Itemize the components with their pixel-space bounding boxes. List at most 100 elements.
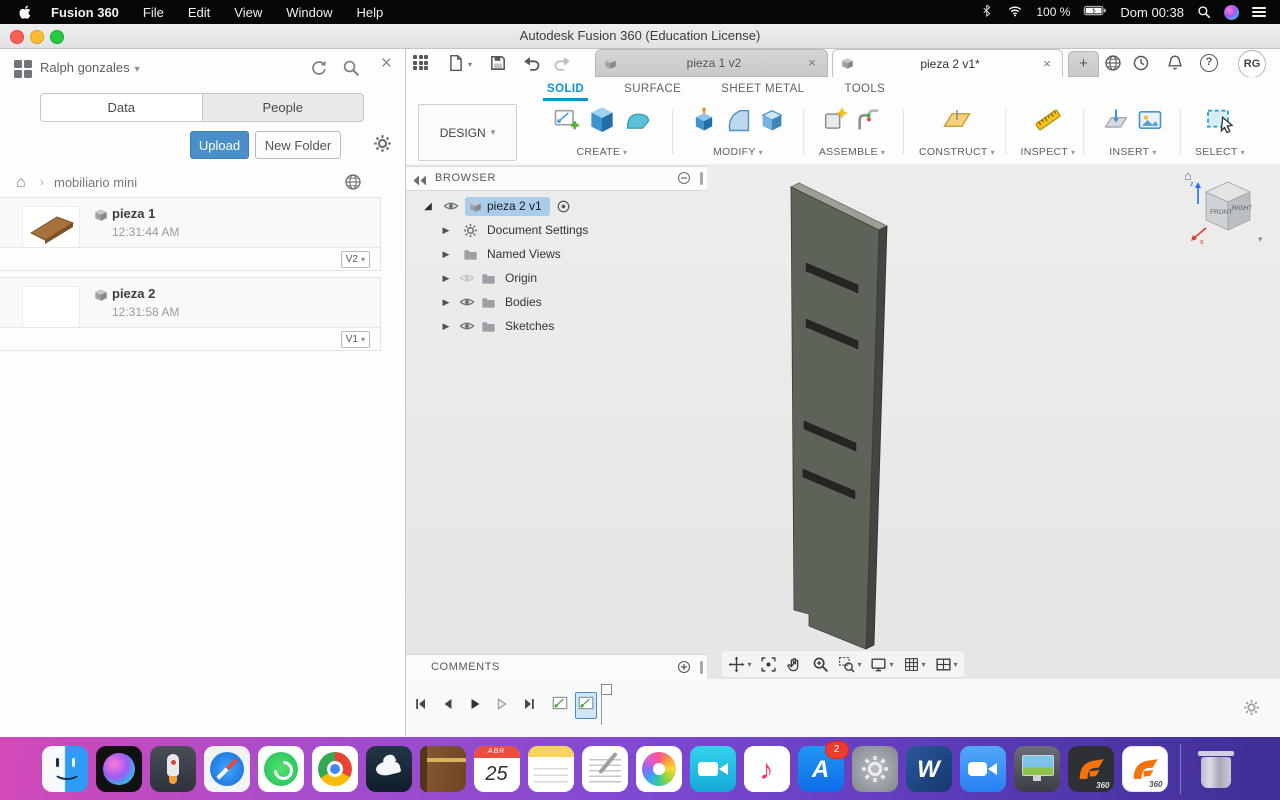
web-link-icon[interactable]	[344, 173, 362, 191]
menubar-app-name[interactable]: Fusion 360	[51, 5, 119, 20]
new-component-icon[interactable]	[821, 106, 849, 139]
panel-grip[interactable]	[700, 661, 703, 674]
menu-help[interactable]: Help	[356, 5, 383, 20]
dock-app-store-icon[interactable]: A2	[797, 740, 849, 792]
shell-icon[interactable]	[758, 106, 786, 139]
spotlight-search-icon[interactable]	[1197, 5, 1211, 19]
press-pull-icon[interactable]	[690, 106, 718, 139]
viewport-3d[interactable]: ⌂ z FRONT RIGHT x ▾ BROWSER ◢ pieza 2 v1…	[405, 164, 1280, 679]
visibility-eye-icon[interactable]	[459, 318, 475, 334]
siri-icon[interactable]	[1224, 4, 1239, 20]
team-switcher-icon[interactable]	[14, 60, 32, 78]
tab-sheet-metal[interactable]: SHEET METAL	[721, 77, 804, 101]
insert-mesh-icon[interactable]	[1102, 106, 1130, 139]
timeline-go-to-end-button[interactable]	[521, 696, 537, 717]
close-tab-icon[interactable]	[1040, 57, 1054, 71]
file-menu-icon[interactable]	[447, 54, 465, 72]
pan-hand-icon[interactable]	[786, 656, 803, 673]
dock-trash-icon[interactable]	[1193, 746, 1239, 792]
timeline-settings-gear-icon[interactable]	[1243, 699, 1260, 716]
dock-calendar-icon[interactable]: ABR 25	[473, 745, 520, 792]
create-sketch-icon[interactable]	[552, 106, 580, 139]
file-menu-caret[interactable]: ▾	[468, 60, 472, 69]
browser-node-document-settings[interactable]: ▶ Document Settings	[405, 218, 707, 242]
timeline-step-back-button[interactable]	[440, 696, 456, 717]
group-label-construct[interactable]: CONSTRUCT	[919, 146, 995, 158]
minimize-panel-icon[interactable]	[677, 171, 691, 185]
tab-surface[interactable]: SURFACE	[624, 77, 681, 101]
group-label-create[interactable]: CREATE	[577, 146, 628, 158]
dock-siri-icon[interactable]	[95, 745, 142, 792]
dock-whatsapp-icon[interactable]	[257, 745, 304, 792]
version-dropdown[interactable]: V2	[340, 251, 370, 268]
zoom-icon[interactable]	[812, 656, 829, 673]
search-icon[interactable]	[342, 59, 360, 77]
orbit-icon[interactable]: ▾	[728, 656, 751, 673]
menubar-clock[interactable]: Dom 00:38	[1120, 5, 1184, 20]
timeline-feature-sketch1-icon[interactable]	[551, 694, 569, 717]
breadcrumb-project[interactable]: mobiliario mini	[54, 175, 137, 190]
app-grid-icon[interactable]	[413, 55, 429, 71]
extrude-icon[interactable]	[586, 104, 618, 141]
expand-collapse-icon[interactable]: ▶	[441, 225, 451, 236]
close-tab-icon[interactable]	[805, 56, 819, 70]
timeline-feature-sketch2-icon[interactable]	[575, 692, 597, 719]
browser-root-node[interactable]: pieza 2 v1	[465, 196, 550, 216]
tab-data[interactable]: Data	[41, 94, 203, 121]
dock-screen-app-icon[interactable]	[1013, 745, 1060, 792]
document-tab-pieza1[interactable]: pieza 1 v2	[595, 49, 828, 77]
expand-collapse-icon[interactable]: ▶	[441, 297, 451, 308]
timeline-go-to-start-button[interactable]	[413, 696, 429, 717]
timeline-position-marker[interactable]	[601, 684, 612, 725]
browser-node-sketches[interactable]: ▶ Sketches	[405, 314, 707, 338]
undo-icon[interactable]	[523, 54, 541, 72]
dock-finder-icon[interactable]	[41, 745, 88, 792]
data-item-pieza-1[interactable]: pieza 1 12:31:44 AM V2	[0, 197, 381, 271]
timeline-step-forward-button[interactable]	[494, 696, 510, 717]
dock-textedit-icon[interactable]	[581, 745, 628, 792]
expand-collapse-icon[interactable]: ▶	[441, 273, 451, 284]
help-icon[interactable]: ?	[1200, 54, 1218, 72]
upload-button[interactable]: Upload	[190, 131, 249, 159]
menu-extras-icon[interactable]	[1252, 6, 1266, 18]
select-tool-icon[interactable]	[1204, 104, 1236, 141]
timeline-play-button[interactable]	[467, 696, 483, 717]
apple-menu-icon[interactable]	[18, 5, 33, 20]
collapse-panel-icon[interactable]	[413, 173, 427, 186]
insert-image-icon[interactable]	[1136, 106, 1164, 139]
wifi-icon[interactable]	[1007, 4, 1023, 21]
expand-collapse-icon[interactable]: ▶	[441, 249, 451, 260]
viewports-icon[interactable]: ▾	[935, 656, 958, 673]
dock-word-icon[interactable]: W	[905, 745, 952, 792]
gear-icon[interactable]	[373, 134, 392, 153]
dock-fusion360-dark-icon[interactable]: 360	[1067, 745, 1114, 792]
tab-people[interactable]: People	[203, 94, 364, 121]
dock-books-icon[interactable]	[419, 745, 466, 792]
visibility-eye-off-icon[interactable]	[459, 270, 475, 286]
measure-icon[interactable]	[1033, 105, 1063, 140]
dock-bird-app-icon[interactable]	[365, 745, 412, 792]
zoom-window-icon[interactable]: ▾	[838, 656, 861, 673]
dock-safari-icon[interactable]	[203, 745, 250, 792]
tab-tools[interactable]: TOOLS	[844, 77, 885, 101]
expand-collapse-icon[interactable]: ◢	[423, 201, 433, 212]
document-tab-pieza2[interactable]: pieza 2 v1*	[832, 49, 1063, 77]
expand-collapse-icon[interactable]: ▶	[441, 321, 451, 332]
data-item-pieza-2[interactable]: pieza 2 12:31:58 AM V1	[0, 277, 381, 351]
browser-node-bodies[interactable]: ▶ Bodies	[405, 290, 707, 314]
bluetooth-icon[interactable]	[981, 4, 994, 20]
menu-edit[interactable]: Edit	[188, 5, 210, 20]
group-label-modify[interactable]: MODIFY	[713, 146, 763, 158]
design-workspace-dropdown[interactable]: DESIGN	[418, 104, 517, 161]
display-settings-icon[interactable]: ▾	[870, 656, 894, 673]
dock-photos-icon[interactable]	[635, 745, 682, 792]
dock-chrome-icon[interactable]	[311, 745, 358, 792]
visibility-eye-icon[interactable]	[443, 198, 459, 214]
dock-music-icon[interactable]: ♪	[743, 745, 790, 792]
panel-grip[interactable]	[700, 172, 703, 185]
group-label-assemble[interactable]: ASSEMBLE	[819, 146, 885, 158]
comments-panel-header[interactable]: COMMENTS	[405, 654, 707, 679]
sync-status-icon[interactable]	[1132, 54, 1150, 72]
new-folder-button[interactable]: New Folder	[255, 131, 341, 159]
viewcube-menu-caret[interactable]: ▾	[1258, 234, 1263, 245]
